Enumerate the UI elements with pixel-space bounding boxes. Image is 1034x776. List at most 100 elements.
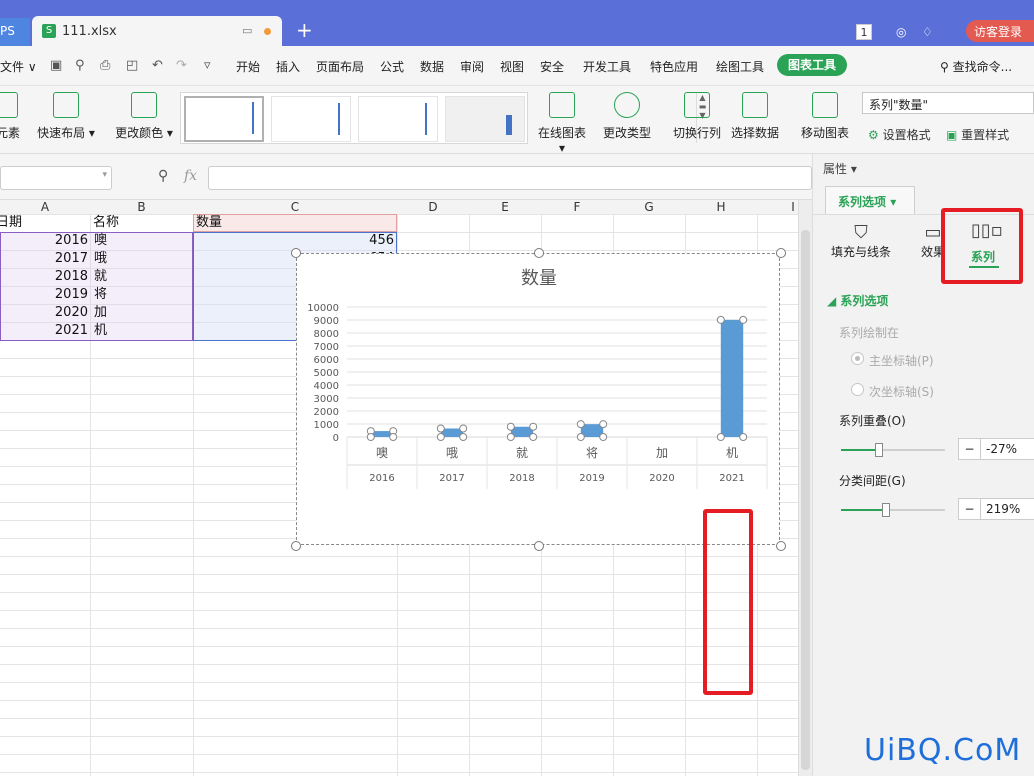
menu-drawing-tools[interactable]: 绘图工具 (716, 58, 764, 75)
bar-selection-handle[interactable] (716, 433, 725, 441)
command-search[interactable]: ⚲ 查找命令... (940, 58, 1012, 75)
series-tab[interactable]: ▯▯▫ 系列 (941, 208, 1023, 284)
resize-handle-b[interactable] (534, 541, 544, 551)
bar-selection-handle[interactable] (506, 422, 515, 431)
switch-row-col-button[interactable]: 切换行列 (672, 92, 722, 141)
redo-icon[interactable]: ↷ (176, 58, 187, 73)
menu-formula[interactable]: 公式 (380, 58, 404, 75)
change-type-button[interactable]: 更改类型 (602, 92, 652, 141)
series-selector[interactable]: 系列"数量" (862, 92, 1034, 114)
bar-selection-handle[interactable] (366, 433, 375, 441)
bar-selection-handle[interactable] (599, 420, 608, 429)
bar-selection-handle[interactable] (529, 433, 538, 441)
chart-style-3[interactable] (358, 96, 438, 142)
menu-security[interactable]: 安全 (540, 58, 564, 75)
menu-view[interactable]: 视图 (500, 58, 524, 75)
resize-handle-tr[interactable] (776, 248, 786, 258)
set-format-button[interactable]: ⚙ 设置格式 (868, 126, 931, 143)
bar-selection-handle[interactable] (576, 433, 585, 441)
overlap-stepper[interactable]: − -27% (958, 438, 1034, 460)
shield-icon[interactable]: ◎ (896, 24, 912, 40)
bar-selection-handle[interactable] (389, 433, 398, 441)
fx-icon[interactable]: fx (184, 168, 197, 184)
print-preview-icon[interactable]: ◰ (126, 58, 138, 73)
chart-style-2[interactable] (271, 96, 351, 142)
bar-selection-handle[interactable] (739, 433, 748, 441)
col-header-g[interactable]: G (613, 200, 685, 214)
file-tab[interactable]: S 111.xlsx ▭ (32, 16, 282, 46)
print-icon[interactable]: ⎙ (100, 58, 110, 73)
gap-stepper[interactable]: −219% (958, 498, 1034, 520)
header-date[interactable]: 日期 (0, 214, 22, 232)
cell-name[interactable]: 将 (94, 286, 107, 304)
save-icon[interactable]: ▣ (50, 58, 62, 73)
bar-selection-handle[interactable] (436, 433, 445, 441)
overlap-decrement-button[interactable]: − (959, 439, 981, 459)
bar-selection-handle[interactable] (506, 433, 515, 441)
quick-layout-button[interactable]: 快速布局 ▾ (36, 92, 96, 141)
secondary-axis-radio[interactable] (851, 383, 864, 396)
menu-special[interactable]: 特色应用 (650, 58, 698, 75)
customize-icon[interactable]: ▿ (204, 58, 211, 73)
chart-style-gallery[interactable]: ▲ ▬ ▼ (180, 92, 706, 144)
cell-name[interactable]: 机 (94, 322, 107, 340)
cell-name[interactable]: 就 (94, 268, 107, 286)
col-header-f[interactable]: F (541, 200, 613, 214)
bar-selection-handle[interactable] (529, 422, 538, 431)
chart-area[interactable]: 数量 0 1000 2000 3000 4000 5000 6000 7000 8000 9000… (291, 248, 786, 695)
series-options-section[interactable]: ◢ 系列选项 (827, 292, 888, 309)
undo-icon[interactable]: ↶ (152, 58, 163, 73)
gap-slider-knob[interactable] (882, 503, 890, 517)
properties-title[interactable]: 属性 ▾ (823, 160, 857, 177)
vertical-scrollbar[interactable]: ▲ (798, 200, 812, 776)
wps-home-tab[interactable]: PS (0, 18, 30, 46)
col-header-h[interactable]: H (685, 200, 757, 214)
select-data-button[interactable]: 选择数据 (730, 92, 780, 141)
bar-selection-handle[interactable] (459, 433, 468, 441)
header-quantity[interactable]: 数量 (196, 214, 222, 232)
visitor-login-button[interactable]: 访客登录 (966, 20, 1034, 42)
chart-style-1[interactable] (184, 96, 264, 142)
header-name[interactable]: 名称 (93, 214, 119, 232)
series-options-tab[interactable]: 系列选项 ▾ (825, 186, 915, 214)
col-header-d[interactable]: D (397, 200, 469, 214)
col-header-c[interactable]: C (193, 200, 397, 214)
cell-date[interactable]: 2019 (0, 286, 88, 304)
bar-selection-handle[interactable] (576, 420, 585, 429)
cell-date[interactable]: 2018 (0, 268, 88, 286)
zoom-icon[interactable]: ⚲ (158, 168, 168, 184)
cell-date[interactable]: 2017 (0, 250, 88, 268)
window-count-badge[interactable]: 1 (856, 24, 872, 40)
bar-selection-handle[interactable] (739, 315, 748, 324)
add-element-button[interactable]: 元素 (0, 92, 20, 141)
fill-line-tab[interactable]: ⛉ 填充与线条 (831, 222, 891, 260)
col-header-e[interactable]: E (469, 200, 541, 214)
monitor-icon[interactable]: ▭ (242, 24, 252, 37)
chart-style-4[interactable] (445, 96, 525, 142)
col-header-b[interactable]: B (90, 200, 193, 214)
bar-selection-handle[interactable] (716, 315, 725, 324)
bar-selection-handle[interactable] (436, 424, 445, 433)
name-box[interactable]: ▾ (0, 166, 112, 190)
col-header-a[interactable]: A (0, 200, 90, 214)
cell-date[interactable]: 2021 (0, 322, 88, 340)
menu-page-layout[interactable]: 页面布局 (316, 58, 364, 75)
shirt-icon[interactable]: ♢ (922, 24, 938, 40)
format-painter-icon[interactable]: ⚲ (75, 58, 85, 73)
change-color-button[interactable]: 更改颜色 ▾ (114, 92, 174, 141)
menu-home[interactable]: 开始 (236, 58, 260, 75)
resize-handle-tl[interactable] (291, 248, 301, 258)
resize-handle-br[interactable] (776, 541, 786, 551)
cell-name[interactable]: 噢 (94, 232, 107, 250)
resize-handle-t[interactable] (534, 248, 544, 258)
overlap-slider-knob[interactable] (875, 443, 883, 457)
formula-input[interactable] (208, 166, 812, 190)
bar-selection-handle[interactable] (459, 424, 468, 433)
resize-handle-bl[interactable] (291, 541, 301, 551)
menu-insert[interactable]: 插入 (276, 58, 300, 75)
cell-name[interactable]: 加 (94, 304, 107, 322)
menu-developer[interactable]: 开发工具 (583, 58, 631, 75)
col-header-i[interactable]: I (757, 200, 798, 214)
new-tab-button[interactable]: + (296, 20, 313, 40)
online-chart-button[interactable]: 在线图表 ▾ (534, 92, 590, 155)
